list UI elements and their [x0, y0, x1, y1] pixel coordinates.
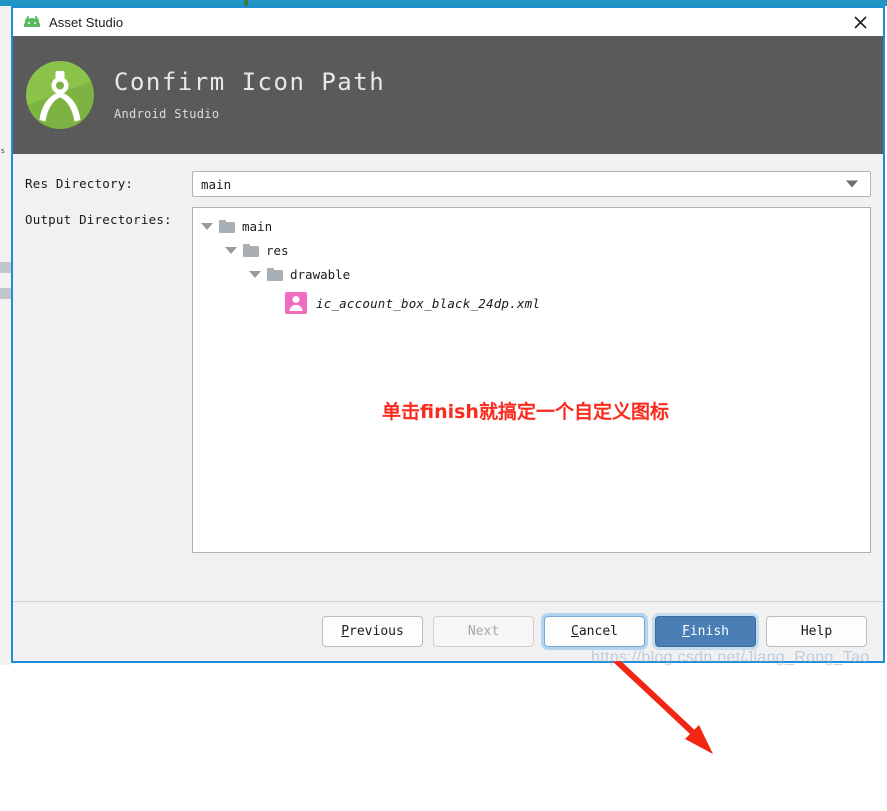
chevron-down-icon[interactable]	[846, 180, 858, 188]
tree-item-res[interactable]: res	[193, 238, 870, 262]
dialog-header-banner: Confirm Icon Path Android Studio	[13, 36, 883, 154]
output-directories-tree[interactable]: main res drawable ic_account_box_black_2…	[192, 207, 871, 553]
chevron-down-icon[interactable]	[225, 246, 237, 254]
dialog-main-body: Res Directory: main Output Directories: …	[13, 154, 883, 754]
finish-button-label: inish	[689, 624, 729, 639]
tree-item-file-label: ic_account_box_black_24dp.xml	[316, 295, 541, 311]
next-button-label: Next	[467, 624, 500, 639]
finish-button[interactable]: Finish	[655, 616, 756, 647]
output-directories-label: Output Directories:	[25, 212, 172, 227]
tree-item-label: drawable	[290, 266, 351, 282]
help-button-label: Help	[800, 624, 833, 639]
next-button[interactable]: Next	[433, 616, 534, 647]
account-box-icon	[285, 292, 307, 314]
cancel-button-accel: C	[571, 624, 579, 639]
res-directory-value: main	[201, 176, 232, 192]
chevron-down-icon[interactable]	[201, 222, 213, 230]
previous-button-label: revious	[349, 624, 404, 639]
res-directory-label: Res Directory:	[25, 176, 134, 191]
close-icon[interactable]	[837, 8, 883, 36]
res-directory-select[interactable]: main	[192, 171, 871, 197]
previous-button[interactable]: Previous	[322, 616, 423, 647]
cancel-button-label: ancel	[578, 624, 618, 639]
android-studio-logo-icon	[24, 59, 96, 131]
help-button[interactable]: Help	[766, 616, 867, 647]
dialog-footer: https://blog.csdn.net/Jiang_Rong_Tao Pre…	[13, 601, 883, 666]
tree-item-label: res	[266, 242, 289, 258]
page-subtitle: Android Studio	[114, 106, 220, 121]
android-head-icon	[23, 15, 41, 28]
tree-item-label: main	[242, 218, 273, 234]
tree-item-main[interactable]: main	[193, 214, 870, 238]
tree-item-file[interactable]: ic_account_box_black_24dp.xml	[193, 289, 870, 317]
folder-icon	[219, 219, 235, 233]
folder-icon	[267, 267, 283, 281]
chevron-down-icon[interactable]	[249, 270, 261, 278]
asset-studio-dialog: Asset Studio Confirm Icon Path Android S…	[11, 6, 885, 754]
finish-button-accel: F	[682, 624, 690, 639]
dialog-titlebar: Asset Studio	[13, 8, 883, 36]
background-left-label: s	[1, 148, 5, 155]
cancel-button[interactable]: Cancel	[544, 616, 645, 647]
window-title: Asset Studio	[49, 14, 124, 30]
res-directory-row: Res Directory: main	[25, 171, 871, 197]
tree-item-drawable[interactable]: drawable	[193, 262, 870, 286]
header-text-group: Confirm Icon Path Android Studio	[114, 68, 386, 121]
watermark-text: https://blog.csdn.net/Jiang_Rong_Tao	[591, 649, 870, 666]
folder-icon	[243, 243, 259, 257]
previous-button-accel: P	[341, 624, 350, 639]
output-directories-row: Output Directories: main res drawable ic…	[25, 207, 871, 553]
background-window-left-column	[0, 6, 11, 665]
page-title: Confirm Icon Path	[114, 68, 386, 97]
annotation-note: 单击finish就搞定一个自定义图标	[382, 401, 669, 423]
